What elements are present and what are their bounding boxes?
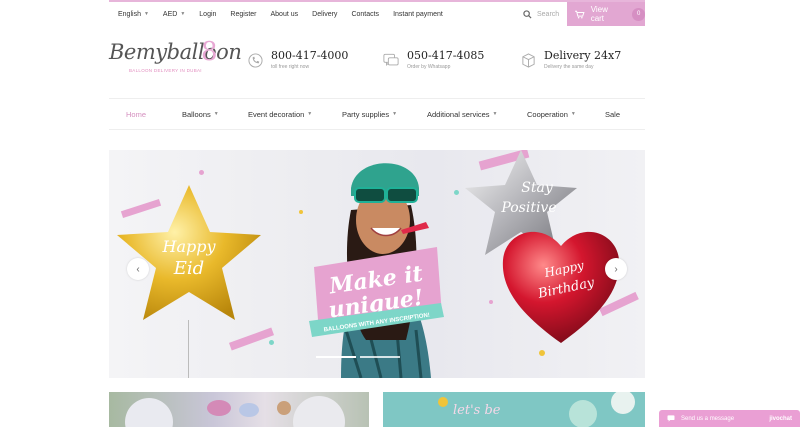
top-bar: English ▼ AED ▼ Login Register About us De…	[109, 0, 646, 26]
register-link[interactable]: Register	[230, 11, 256, 18]
chevron-down-icon: ▼	[492, 111, 498, 117]
logo-tagline: BALLOON DELIVERY IN DUBAI	[129, 68, 202, 73]
view-cart-button[interactable]: View cart 0	[567, 2, 646, 26]
decoration-photo-thumbnail[interactable]: let's be	[383, 392, 645, 427]
nav-additional-services[interactable]: Additional services ▼	[427, 110, 497, 119]
balloon-string	[188, 320, 189, 378]
silver-text-2: Positive	[500, 200, 556, 216]
confetti-dot	[269, 340, 274, 345]
about-link[interactable]: About us	[271, 11, 299, 18]
login-link[interactable]: Login	[199, 11, 216, 18]
nav-home[interactable]: Home	[126, 110, 146, 119]
chat-icon	[383, 52, 399, 68]
about-label: About us	[270, 10, 299, 18]
nav-sale[interactable]: Sale	[605, 110, 620, 119]
chat-widget-button[interactable]: Send us a message jivochat	[659, 410, 800, 427]
chevron-down-icon: ▼	[143, 11, 149, 17]
instant-payment-label: Instant payment	[393, 10, 443, 18]
nav-balloons-label: Balloons	[182, 109, 211, 119]
chevron-right-icon: ›	[614, 263, 618, 275]
nav-event-decoration-label: Event decoration	[248, 109, 305, 119]
search-input[interactable]: Search	[537, 11, 559, 18]
chevron-down-icon: ▼	[180, 11, 186, 17]
confetti-dot	[199, 170, 204, 175]
contacts-link[interactable]: Contacts	[351, 11, 379, 18]
make-it-unique-sign: Make it unique! BALLOONS WITH ANY INSCRI…	[309, 247, 444, 337]
confetti-dot	[539, 350, 545, 356]
slider-pagination	[316, 356, 400, 358]
instant-payment-link[interactable]: Instant payment	[393, 11, 443, 18]
delivery-info: Delivery 24x7 Delivery the same day	[520, 50, 621, 70]
nav-party-supplies[interactable]: Party supplies ▼	[342, 110, 397, 119]
slider-next-button[interactable]: ›	[605, 258, 627, 280]
chevron-left-icon: ‹	[136, 263, 140, 275]
nav-sale-label: Sale	[605, 109, 621, 119]
star-text-2: Eid	[173, 258, 204, 279]
main-nav: Home Balloons ▼ Event decoration ▼ Party s…	[109, 98, 645, 130]
chat-label: Send us a message	[681, 415, 735, 422]
hero-slider[interactable]: Happy Eid Make it unique! BALLOONS WITH …	[109, 150, 645, 378]
search-icon[interactable]	[523, 9, 532, 19]
star-balloon-image: Happy Eid	[117, 185, 261, 320]
message-icon	[667, 415, 675, 422]
language-label: English	[118, 10, 141, 18]
cart-icon	[575, 10, 585, 18]
phone-number[interactable]: 800-417-4000	[271, 50, 348, 62]
pink-streamer	[228, 327, 275, 351]
nav-home-label: Home	[126, 109, 147, 119]
nav-event-decoration[interactable]: Event decoration ▼	[248, 110, 312, 119]
slider-dot[interactable]	[360, 356, 400, 358]
chat-brand: jivochat	[769, 415, 792, 422]
heart-balloon-image: Happy Birthday	[502, 231, 620, 343]
nav-balloons[interactable]: Balloons ▼	[182, 110, 219, 119]
nav-party-supplies-label: Party supplies	[342, 109, 390, 119]
login-label: Login	[199, 10, 217, 18]
whatsapp-contact: 050-417-4085 Order by Whatsapp	[383, 50, 484, 70]
delivery-label: Delivery	[312, 10, 338, 18]
box-icon	[520, 52, 536, 68]
slider-dot[interactable]	[316, 356, 356, 358]
phone-caption: toll free right now	[271, 64, 310, 70]
party-photo-thumbnail[interactable]	[109, 392, 369, 427]
site-logo[interactable]: Bemyballoon 8 BALLOON DELIVERY IN DUBAI	[109, 37, 242, 84]
star-text-1: Happy	[161, 237, 216, 256]
banner-text: let's be	[453, 403, 501, 418]
slider-prev-button[interactable]: ‹	[127, 258, 149, 280]
contacts-label: Contacts	[351, 10, 380, 18]
chevron-down-icon: ▼	[307, 111, 313, 117]
phone-icon	[247, 52, 263, 68]
delivery-caption: Delivery the same day	[544, 64, 594, 70]
register-label: Register	[230, 10, 257, 18]
silver-text-1: Stay	[521, 180, 554, 196]
phone-contact: 800-417-4000 toll free right now	[247, 50, 348, 70]
chevron-down-icon: ▼	[213, 111, 219, 117]
decoration-photo-image: let's be	[438, 392, 635, 427]
delivery-link[interactable]: Delivery	[312, 11, 337, 18]
cart-label: View cart	[590, 5, 608, 23]
nav-cooperation-label: Cooperation	[527, 109, 568, 119]
party-photo-image	[125, 396, 345, 427]
language-select[interactable]: English ▼	[118, 11, 149, 18]
whatsapp-caption: Order by Whatsapp	[407, 64, 451, 70]
confetti-dot	[489, 300, 493, 304]
currency-select[interactable]: AED ▼	[163, 11, 185, 18]
chevron-down-icon: ▼	[392, 111, 398, 117]
cart-count-badge: 0	[632, 7, 646, 21]
delivery-title: Delivery 24x7	[544, 49, 622, 62]
whatsapp-number[interactable]: 050-417-4085	[407, 50, 484, 62]
chevron-down-icon: ▼	[570, 111, 576, 117]
confetti-dot	[299, 210, 303, 214]
nav-additional-services-label: Additional services	[427, 109, 490, 119]
top-nav: English ▼ AED ▼ Login Register About us De…	[109, 11, 457, 18]
currency-label: AED	[162, 10, 178, 18]
balloon-logo-icon: 8	[201, 37, 218, 67]
nav-cooperation[interactable]: Cooperation ▼	[527, 110, 576, 119]
search-box[interactable]: Search	[523, 2, 559, 26]
